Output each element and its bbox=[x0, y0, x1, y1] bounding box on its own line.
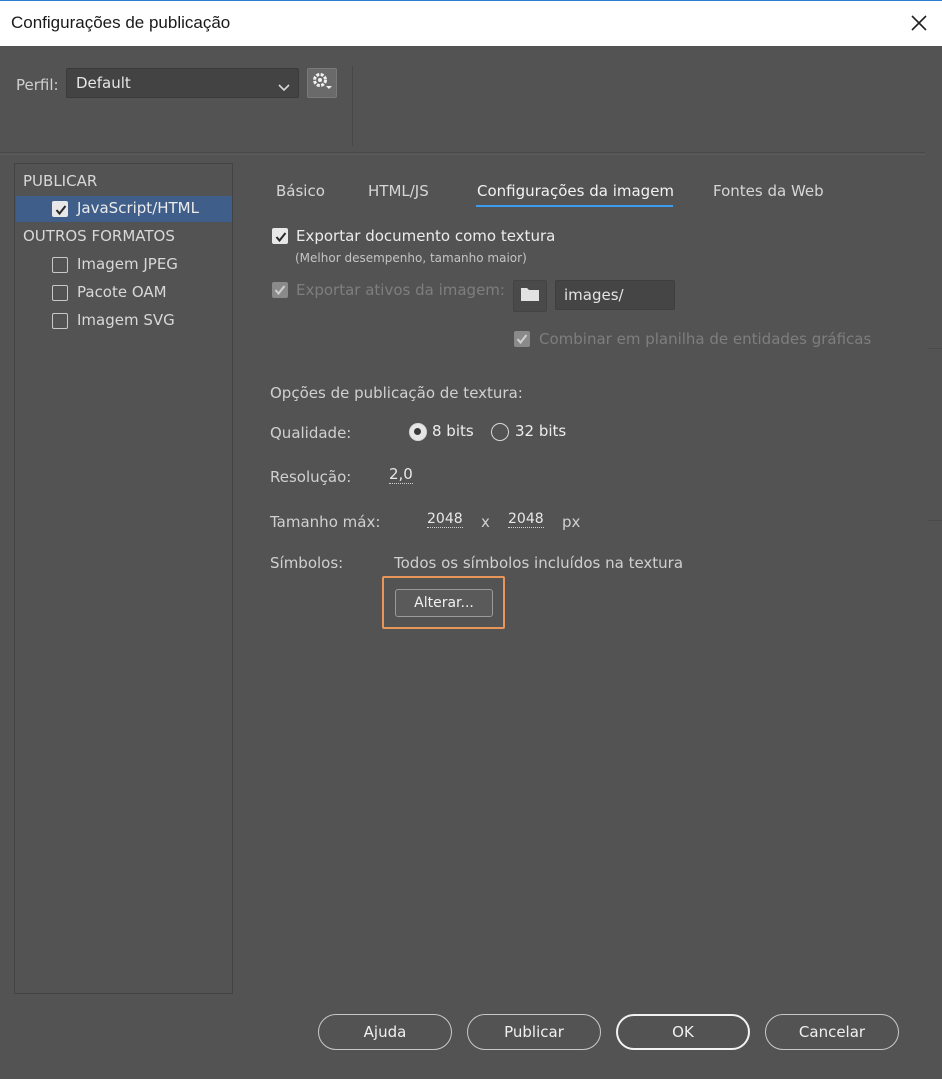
symbols-value: Todos os símbolos incluídos na textura bbox=[394, 554, 684, 572]
times-symbol: x bbox=[481, 513, 490, 531]
max-width-value[interactable]: 2048 bbox=[427, 511, 463, 528]
export-texture-hint: (Melhor desempenho, tamanho maior) bbox=[295, 251, 527, 265]
folder-icon bbox=[520, 286, 540, 306]
active-tab-indicator bbox=[476, 205, 673, 207]
format-checkbox-svg[interactable] bbox=[52, 313, 68, 329]
export-texture-checkbox[interactable] bbox=[272, 228, 288, 244]
profile-select-value: Default bbox=[76, 74, 131, 92]
quality-label: Qualidade: bbox=[270, 424, 352, 442]
tab-basico[interactable]: Básico bbox=[276, 182, 325, 200]
profile-label: Perfil: bbox=[16, 76, 59, 94]
gear-icon bbox=[311, 71, 333, 95]
header-divider bbox=[0, 152, 925, 153]
assets-path-value: images/ bbox=[564, 286, 624, 304]
symbols-label: Símbolos: bbox=[270, 554, 344, 572]
quality-option-8bit[interactable]: 8 bits bbox=[432, 422, 474, 440]
combine-spritesheet-checkbox[interactable] bbox=[514, 331, 530, 347]
change-symbols-button[interactable]: Alterar... bbox=[395, 589, 493, 617]
quality-radio-32bit[interactable] bbox=[491, 423, 509, 441]
tab-web-fonts[interactable]: Fontes da Web bbox=[713, 182, 824, 200]
export-assets-checkbox[interactable] bbox=[272, 282, 288, 298]
tab-image-settings[interactable]: Configurações da imagem bbox=[477, 182, 674, 200]
combine-spritesheet-label: Combinar em planilha de entidades gráfic… bbox=[539, 330, 872, 348]
other-formats-header: OUTROS FORMATOS bbox=[23, 227, 175, 245]
format-checkbox-javascript-html[interactable] bbox=[52, 201, 68, 217]
profile-select[interactable]: Default bbox=[66, 68, 299, 98]
right-edge-mark bbox=[928, 520, 942, 521]
format-label-svg[interactable]: Imagem SVG bbox=[77, 311, 175, 329]
publish-button[interactable]: Publicar bbox=[467, 1014, 601, 1050]
publish-section-header: PUBLICAR bbox=[23, 172, 98, 190]
format-list-panel: PUBLICAR JavaScript/HTML OUTROS FORMATOS… bbox=[14, 163, 233, 994]
title-bar: Configurações de publicação bbox=[0, 0, 942, 46]
resolution-label: Resolução: bbox=[270, 468, 352, 486]
max-height-value[interactable]: 2048 bbox=[508, 511, 544, 528]
header-divider-vertical bbox=[352, 66, 353, 146]
format-checkbox-oam[interactable] bbox=[52, 285, 68, 301]
cancel-button[interactable]: Cancelar bbox=[765, 1014, 899, 1050]
ok-button[interactable]: OK bbox=[616, 1014, 750, 1050]
window-title: Configurações de publicação bbox=[11, 13, 231, 32]
export-assets-label: Exportar ativos da imagem: bbox=[296, 281, 505, 299]
resolution-value[interactable]: 2,0 bbox=[389, 465, 413, 484]
header-divider-highlight bbox=[0, 154, 925, 155]
assets-path-input[interactable]: images/ bbox=[555, 280, 675, 310]
max-size-label: Tamanho máx: bbox=[270, 513, 381, 531]
browse-folder-button[interactable] bbox=[513, 280, 547, 312]
format-label-oam[interactable]: Pacote OAM bbox=[77, 283, 167, 301]
tab-html-js[interactable]: HTML/JS bbox=[368, 182, 429, 200]
quality-radio-8bit[interactable] bbox=[409, 423, 427, 441]
format-item-javascript-html[interactable]: JavaScript/HTML bbox=[16, 196, 232, 222]
chevron-down-icon bbox=[278, 78, 290, 96]
size-unit: px bbox=[562, 513, 581, 531]
profile-options-button[interactable] bbox=[307, 68, 337, 98]
right-edge-mark bbox=[928, 348, 942, 349]
format-label-jpeg[interactable]: Imagem JPEG bbox=[77, 255, 178, 273]
quality-option-32bit[interactable]: 32 bits bbox=[515, 422, 566, 440]
export-texture-label[interactable]: Exportar documento como textura bbox=[296, 227, 555, 245]
format-checkbox-jpeg[interactable] bbox=[52, 257, 68, 273]
format-label: JavaScript/HTML bbox=[77, 199, 199, 217]
help-button[interactable]: Ajuda bbox=[318, 1014, 452, 1050]
close-icon[interactable] bbox=[906, 9, 932, 37]
texture-options-heading: Opções de publicação de textura: bbox=[270, 384, 523, 402]
